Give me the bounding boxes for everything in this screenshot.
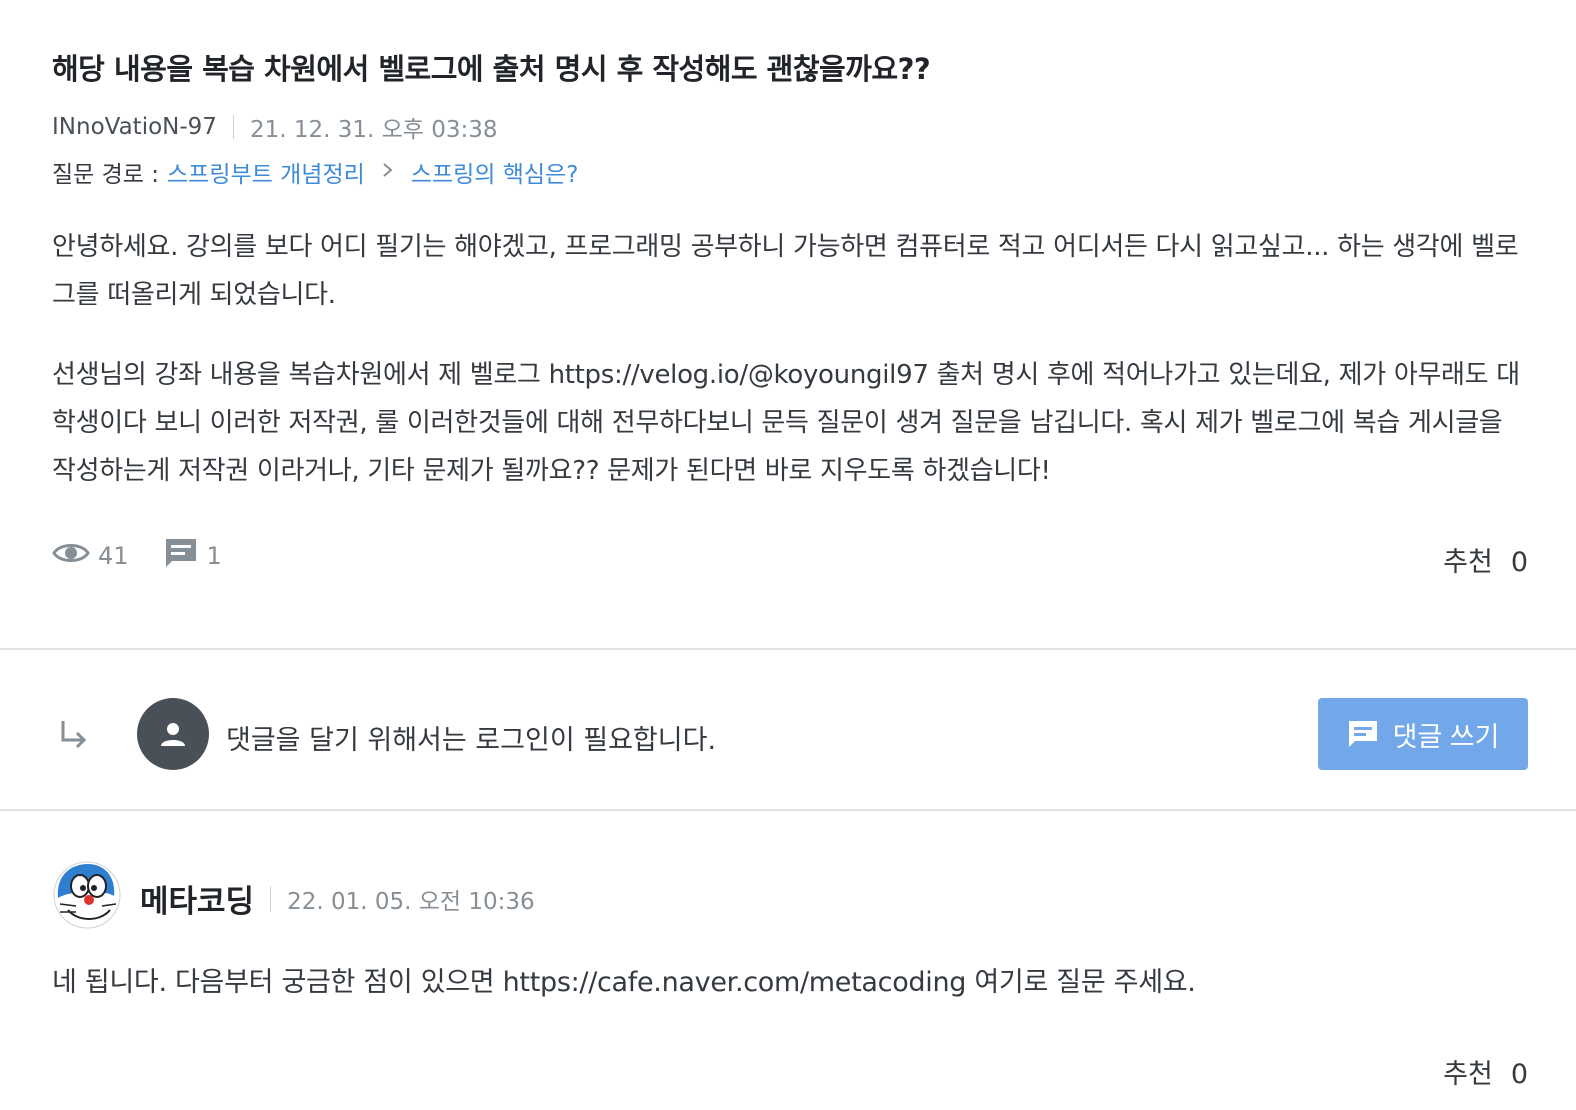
question-author[interactable]: INnoVatioN-97 (52, 114, 217, 140)
recommend-label: 추천 (1443, 1059, 1493, 1090)
comment-icon (163, 536, 207, 576)
divider (0, 809, 1576, 811)
comment-icon (1348, 721, 1377, 747)
reply-arrow-icon (58, 718, 90, 759)
question-date: 21. 12. 31. 오후 03:38 (249, 117, 498, 143)
route-lecture-link[interactable]: 스프링의 핵심은? (411, 155, 579, 189)
question-paragraph-1: 안녕하세요. 강의를 보다 어디 필기는 해야겠고, 프로그래밍 공부하니 가능… (52, 232, 1519, 310)
meta-divider (270, 885, 272, 912)
question-recommend[interactable]: 추천 0 (1443, 540, 1528, 579)
comment-box: 댓글을 달기 위해서는 로그인이 필요합니다. 댓글 쓰기 (0, 650, 1576, 810)
avatar (137, 698, 209, 770)
view-count: 41 (52, 540, 129, 572)
meta-divider (232, 115, 234, 139)
write-comment-button[interactable]: 댓글 쓰기 (1318, 698, 1528, 770)
write-comment-label: 댓글 쓰기 (1392, 721, 1500, 752)
chevron-right-icon (381, 160, 395, 185)
question-meta: INnoVatioN-97 21. 12. 31. 오후 03:38 (52, 110, 498, 144)
recommend-count: 0 (1510, 1059, 1528, 1090)
eye-icon (52, 540, 98, 572)
view-count-value: 41 (98, 542, 129, 570)
answer-text: 네 됩니다. 다음부터 궁금한 점이 있으면 https://cafe.nave… (52, 967, 1196, 998)
user-icon (161, 723, 185, 746)
answer-date: 22. 01. 05. 오전 10:36 (287, 888, 535, 915)
recommend-count: 0 (1510, 547, 1528, 578)
question-route: 질문 경로 : 스프링부트 개념정리 스프링의 핵심은? (52, 155, 578, 189)
comment-count-value: 1 (206, 542, 222, 570)
question-paragraph-2: 선생님의 강좌 내용을 복습차원에서 제 벨로그 https://velog.i… (52, 360, 1520, 486)
route-label: 질문 경로 : (52, 162, 160, 188)
recommend-label: 추천 (1443, 547, 1493, 578)
answer-recommend[interactable]: 추천 0 (1443, 1052, 1528, 1091)
question-stats: 41 1 (52, 536, 256, 576)
question-title: 해당 내용을 복습 차원에서 벨로그에 출처 명시 후 작성해도 괜찮을까요?? (52, 52, 931, 86)
comment-count: 1 (163, 536, 222, 576)
login-required-message: 댓글을 달기 위해서는 로그인이 필요합니다. (226, 725, 717, 756)
answer-avatar[interactable] (52, 860, 122, 930)
route-course-link[interactable]: 스프링부트 개념정리 (167, 155, 365, 189)
answer-author[interactable]: 메타코딩 (140, 876, 254, 921)
answer-meta: 메타코딩 22. 01. 05. 오전 10:36 (140, 876, 535, 921)
